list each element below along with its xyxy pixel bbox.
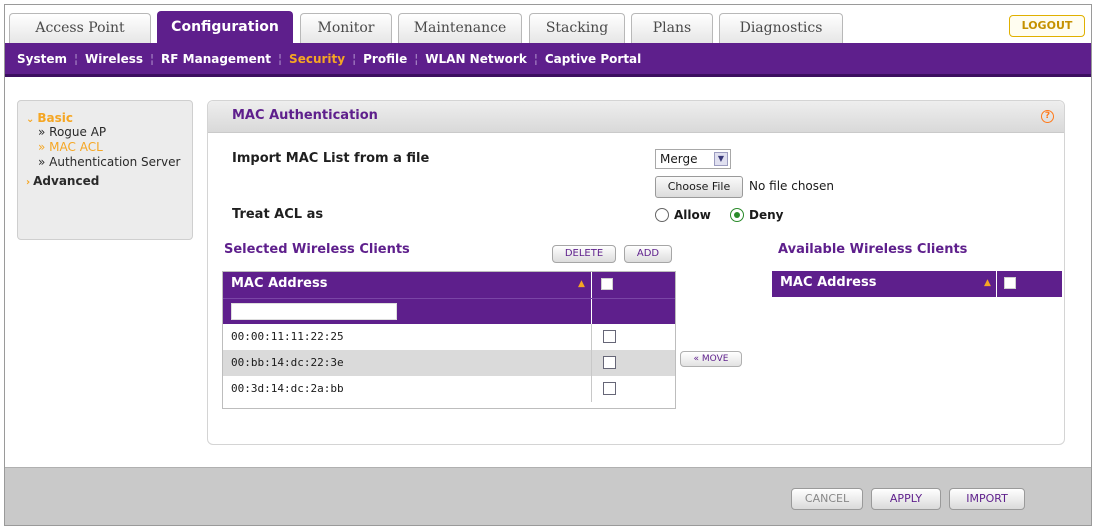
mac-address-cell: 00:3d:14:dc:2a:bb — [231, 382, 344, 395]
mac-address-cell: 00:bb:14:dc:22:3e — [231, 356, 344, 369]
cancel-button[interactable]: CANCEL — [791, 488, 863, 510]
tab-monitor[interactable]: Monitor — [300, 13, 392, 43]
leftnav-item-rogue-ap[interactable]: » Rogue AP — [26, 125, 184, 140]
available-table-header: MAC Address ▲ — [772, 271, 1062, 297]
chevron-down-icon: ⌄ — [26, 114, 35, 125]
tab-configuration[interactable]: Configuration — [157, 11, 293, 43]
panel-title: MAC Authentication — [232, 108, 378, 123]
tab-maintenance[interactable]: Maintenance — [398, 13, 522, 43]
leftnav-item-authentication-server[interactable]: » Authentication Server — [26, 155, 184, 170]
import-mode-value: Merge — [660, 152, 698, 166]
tab-access-point[interactable]: Access Point — [9, 13, 151, 43]
import-mac-list-label: Import MAC List from a file — [232, 151, 430, 166]
mac-address-cell: 00:00:11:11:22:25 — [231, 330, 344, 343]
subnav-captive-portal[interactable]: Captive Portal — [545, 43, 641, 75]
available-wireless-clients-title: Available Wireless Clients — [778, 242, 968, 257]
mac-filter-input[interactable] — [231, 303, 397, 320]
selected-wireless-clients-title: Selected Wireless Clients — [224, 242, 410, 257]
table-row[interactable]: 00:3d:14:dc:2a:bb — [223, 376, 675, 402]
help-icon[interactable]: ? — [1041, 110, 1054, 123]
leftnav-item-mac-acl[interactable]: » MAC ACL — [26, 140, 184, 155]
mac-address-column-header[interactable]: MAC Address — [231, 276, 327, 291]
column-divider — [591, 350, 592, 376]
chevron-right-icon: › — [26, 177, 31, 188]
subnav-profile[interactable]: Profile — [363, 43, 407, 75]
footer-bar: CANCEL APPLY IMPORT — [5, 467, 1091, 525]
app-frame: Access Point Configuration Monitor Maint… — [4, 4, 1092, 526]
leftnav-advanced-label: Advanced — [33, 174, 100, 188]
leftnav-basic[interactable]: ⌄ Basic — [26, 111, 184, 125]
sort-icon[interactable]: ▲ — [984, 271, 991, 295]
available-clients-table: MAC Address ▲ — [772, 271, 1062, 298]
column-divider — [591, 299, 592, 324]
selected-table-header: MAC Address ▲ — [223, 272, 675, 298]
tab-stacking[interactable]: Stacking — [529, 13, 625, 43]
treat-acl-label: Treat ACL as — [232, 207, 324, 222]
subnav-rf-management[interactable]: RF Management — [161, 43, 271, 75]
subnav-wlan-network[interactable]: WLAN Network — [425, 43, 527, 75]
table-row[interactable]: 00:00:11:11:22:25 — [223, 324, 675, 350]
deny-radio[interactable] — [730, 208, 744, 222]
leftnav-basic-label: Basic — [37, 111, 74, 125]
table-row[interactable]: 00:bb:14:dc:22:3e — [223, 350, 675, 376]
row-checkbox[interactable] — [603, 382, 616, 395]
subnav-system[interactable]: System — [17, 43, 67, 75]
mac-authentication-panel: MAC Authentication ? Import MAC List fro… — [207, 100, 1065, 445]
tab-diagnostics[interactable]: Diagnostics — [719, 13, 843, 43]
subnav-divider: ¦ — [150, 52, 155, 66]
subnav-wireless[interactable]: Wireless — [85, 43, 143, 75]
subnav-security[interactable]: Security — [289, 43, 345, 75]
logout-button[interactable]: LOGOUT — [1009, 15, 1085, 37]
leftnav-advanced[interactable]: › Advanced — [26, 174, 184, 188]
subnav-divider: ¦ — [414, 52, 419, 66]
allow-label: Allow — [674, 208, 711, 222]
subnav-divider: ¦ — [278, 52, 283, 66]
tab-plans[interactable]: Plans — [631, 13, 713, 43]
sub-nav-bar: System ¦ Wireless ¦ RF Management ¦ Security ¦ P… — [5, 43, 1091, 77]
add-button[interactable]: ADD — [624, 245, 672, 263]
chevron-down-icon: ▼ — [714, 152, 728, 166]
mac-address-column-header[interactable]: MAC Address — [780, 275, 876, 290]
select-all-checkbox[interactable] — [601, 278, 613, 290]
move-button[interactable]: « MOVE — [680, 351, 742, 367]
panel-header: MAC Authentication ? — [208, 101, 1064, 133]
column-divider — [591, 324, 592, 350]
column-divider — [591, 272, 592, 298]
column-divider — [996, 271, 997, 297]
import-mode-select[interactable]: Merge ▼ — [655, 149, 731, 169]
delete-button[interactable]: DELETE — [552, 245, 616, 263]
choose-file-button[interactable]: Choose File — [655, 176, 743, 198]
filter-row — [223, 298, 675, 324]
subnav-divider: ¦ — [74, 52, 79, 66]
subnav-divider: ¦ — [533, 52, 538, 66]
import-button[interactable]: IMPORT — [949, 488, 1025, 510]
row-checkbox[interactable] — [603, 356, 616, 369]
left-nav: ⌄ Basic » Rogue AP » MAC ACL » Authentica… — [17, 100, 193, 240]
column-divider — [591, 376, 592, 402]
allow-radio[interactable] — [655, 208, 669, 222]
deny-label: Deny — [749, 208, 784, 222]
row-checkbox[interactable] — [603, 330, 616, 343]
select-all-checkbox[interactable] — [1004, 277, 1016, 289]
top-tab-bar: Access Point Configuration Monitor Maint… — [5, 5, 1091, 43]
sort-icon[interactable]: ▲ — [578, 272, 585, 296]
subnav-divider: ¦ — [352, 52, 357, 66]
selected-clients-table: MAC Address ▲ 00:00:11:11:22:25 00:bb:14… — [222, 271, 676, 409]
no-file-chosen-text: No file chosen — [749, 179, 835, 193]
apply-button[interactable]: APPLY — [871, 488, 941, 510]
